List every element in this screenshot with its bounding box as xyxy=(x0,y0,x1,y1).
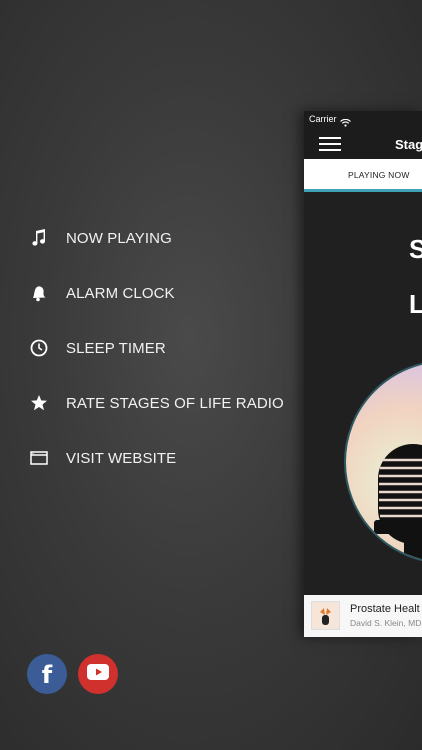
app-header: Stag xyxy=(304,129,422,159)
clock-icon xyxy=(30,339,48,357)
music-note-icon xyxy=(30,229,48,247)
mini-player[interactable]: Prostate Healt David S. Klein, MD xyxy=(304,595,422,637)
star-icon xyxy=(30,394,48,412)
hero-title-line-1: S xyxy=(409,234,422,264)
mini-player-subtitle: David S. Klein, MD xyxy=(350,618,422,628)
menu-item-rate-app[interactable]: RATE STAGES OF LIFE RADIO xyxy=(30,388,284,418)
menu-item-label: NOW PLAYING xyxy=(66,229,172,247)
facebook-icon: f xyxy=(41,661,53,689)
menu-item-label: RATE STAGES OF LIFE RADIO xyxy=(66,394,284,412)
station-hero: S L xyxy=(304,192,422,595)
youtube-icon xyxy=(87,663,109,685)
app-preview: Carrier Stag PLAYING NOW S L Prostate He… xyxy=(304,111,422,637)
carrier-label: Carrier xyxy=(309,114,337,124)
menu-item-label: VISIT WEBSITE xyxy=(66,449,177,467)
episode-thumbnail xyxy=(311,601,340,630)
facebook-button[interactable]: f xyxy=(27,654,67,694)
youtube-button[interactable] xyxy=(78,654,118,694)
tab-playing-now[interactable]: PLAYING NOW xyxy=(348,170,410,180)
status-bar: Carrier xyxy=(304,111,422,129)
microphone-icon xyxy=(374,444,422,562)
menu-item-sleep-timer[interactable]: SLEEP TIMER xyxy=(30,333,166,363)
menu-item-label: SLEEP TIMER xyxy=(66,339,166,357)
menu-item-label: ALARM CLOCK xyxy=(66,284,175,302)
hamburger-menu-icon[interactable] xyxy=(319,135,341,153)
menu-item-alarm-clock[interactable]: ALARM CLOCK xyxy=(30,278,175,308)
side-menu: NOW PLAYING ALARM CLOCK SLEEP TIMER RATE… xyxy=(0,0,300,750)
menu-item-visit-website[interactable]: VISIT WEBSITE xyxy=(30,443,176,473)
station-artwork xyxy=(344,360,422,564)
hero-title-line-2: L xyxy=(409,289,422,319)
bell-icon xyxy=(30,284,48,302)
menu-item-now-playing[interactable]: NOW PLAYING xyxy=(30,223,172,253)
mini-player-title: Prostate Healt xyxy=(350,603,420,615)
browser-window-icon xyxy=(30,449,48,467)
tab-bar: PLAYING NOW xyxy=(304,159,422,192)
app-title: Stag xyxy=(395,137,422,152)
